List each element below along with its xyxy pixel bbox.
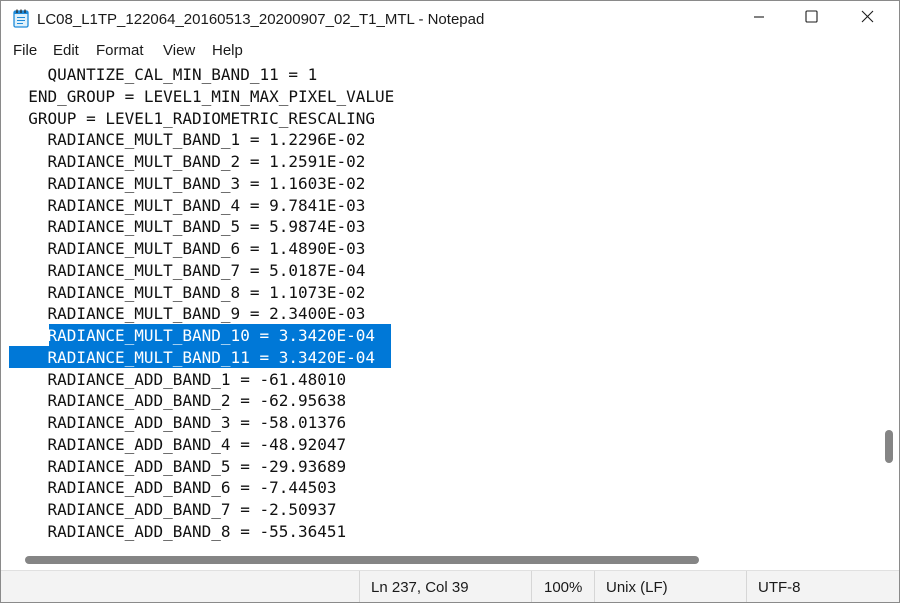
text-line: RADIANCE_ADD_BAND_1 = -61.48010 <box>9 370 347 389</box>
status-divider <box>531 571 532 602</box>
text-line: RADIANCE_ADD_BAND_7 = -2.50937 <box>9 500 337 519</box>
menu-format[interactable]: Format <box>96 42 144 59</box>
cursor-position: Ln 237, Col 39 <box>371 579 469 596</box>
status-divider <box>359 571 360 602</box>
vertical-scroll-thumb[interactable] <box>885 430 893 463</box>
encoding: UTF-8 <box>758 579 801 596</box>
text-line: RADIANCE_ADD_BAND_2 = -62.95638 <box>9 391 347 410</box>
text-line: RADIANCE_MULT_BAND_5 = 5.9874E-03 <box>9 217 366 236</box>
minimize-icon <box>753 10 765 28</box>
text-line: RADIANCE_MULT_BAND_4 = 9.7841E-03 <box>9 196 366 215</box>
text-editor[interactable]: QUANTIZE_CAL_MIN_BAND_11 = 1 END_GROUP =… <box>1 63 880 551</box>
text-line: RADIANCE_MULT_BAND_6 = 1.4890E-03 <box>9 239 366 258</box>
status-divider <box>746 571 747 602</box>
menu-help[interactable]: Help <box>212 42 243 59</box>
menu-bar: File Edit Format View Help <box>1 39 899 63</box>
status-divider <box>594 571 595 602</box>
vertical-scrollbar[interactable] <box>880 63 899 551</box>
text-line: RADIANCE_ADD_BAND_6 = -7.44503 <box>9 478 337 497</box>
text-line: RADIANCE_ADD_BAND_3 = -58.01376 <box>9 413 347 432</box>
close-icon <box>861 10 874 28</box>
text-line: RADIANCE_MULT_BAND_1 = 1.2296E-02 <box>9 130 366 149</box>
status-bar: Ln 237, Col 39 100% Unix (LF) UTF-8 <box>1 570 899 602</box>
text-line: RADIANCE_MULT_BAND_9 = 2.3400E-03 <box>9 304 366 323</box>
notepad-icon <box>13 9 29 28</box>
text-line: RADIANCE_MULT_BAND_8 = 1.1073E-02 <box>9 283 366 302</box>
horizontal-scrollbar[interactable] <box>1 551 880 569</box>
text-line: RADIANCE_ADD_BAND_4 = -48.92047 <box>9 435 347 454</box>
selected-text-line: RADIANCE_MULT_BAND_10 = 3.3420E-04 <box>9 326 376 345</box>
zoom-level: 100% <box>544 579 583 596</box>
text-line: END_GROUP = LEVEL1_MIN_MAX_PIXEL_VALUE <box>9 87 395 106</box>
text-line: RADIANCE_ADD_BAND_8 = -55.36451 <box>9 522 347 541</box>
text-line: RADIANCE_ADD_BAND_5 = -29.93689 <box>9 457 347 476</box>
text-line: RADIANCE_MULT_BAND_7 = 5.0187E-04 <box>9 261 366 280</box>
window-title: LC08_L1TP_122064_20160513_20200907_02_T1… <box>37 11 485 28</box>
text-line: GROUP = LEVEL1_RADIOMETRIC_RESCALING <box>9 109 376 128</box>
menu-edit[interactable]: Edit <box>53 42 79 59</box>
selected-text-line: RADIANCE_MULT_BAND_11 = 3.3420E-04 <box>9 348 376 367</box>
notepad-window: LC08_L1TP_122064_20160513_20200907_02_T1… <box>0 0 900 603</box>
title-bar[interactable]: LC08_L1TP_122064_20160513_20200907_02_T1… <box>1 1 899 37</box>
text-line: QUANTIZE_CAL_MIN_BAND_11 = 1 <box>9 65 318 84</box>
horizontal-scroll-thumb[interactable] <box>25 556 699 564</box>
maximize-icon <box>804 10 818 28</box>
maximize-button[interactable] <box>788 1 834 37</box>
line-ending: Unix (LF) <box>606 579 668 596</box>
text-line: RADIANCE_MULT_BAND_2 = 1.2591E-02 <box>9 152 366 171</box>
close-button[interactable] <box>844 1 890 37</box>
text-line: RADIANCE_MULT_BAND_3 = 1.1603E-02 <box>9 174 366 193</box>
menu-view[interactable]: View <box>163 42 195 59</box>
menu-file[interactable]: File <box>13 42 37 59</box>
scrollbar-corner <box>880 551 899 569</box>
minimize-button[interactable] <box>736 1 782 37</box>
